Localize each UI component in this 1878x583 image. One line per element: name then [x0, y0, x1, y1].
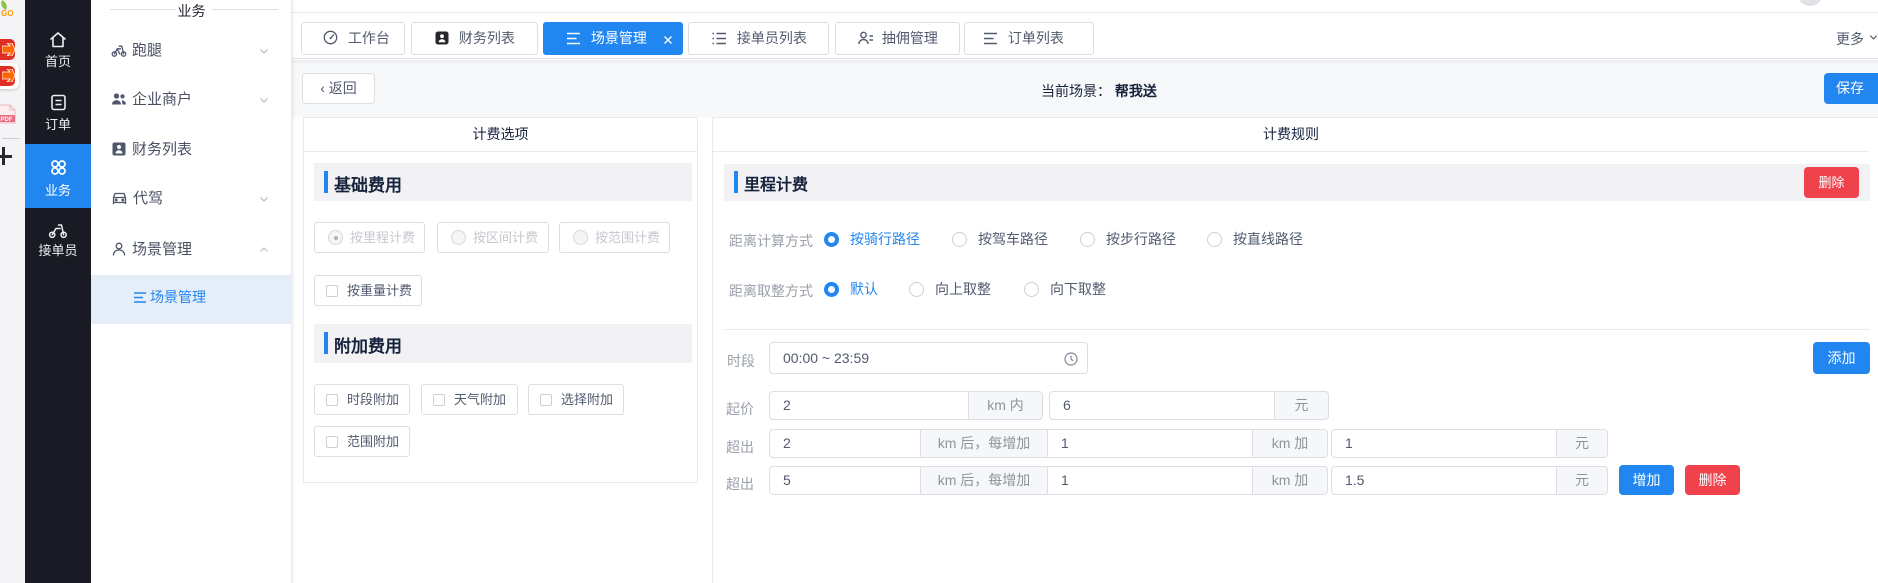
- svg-text:GO: GO: [1, 9, 13, 18]
- svg-text:PDF: PDF: [1, 117, 13, 123]
